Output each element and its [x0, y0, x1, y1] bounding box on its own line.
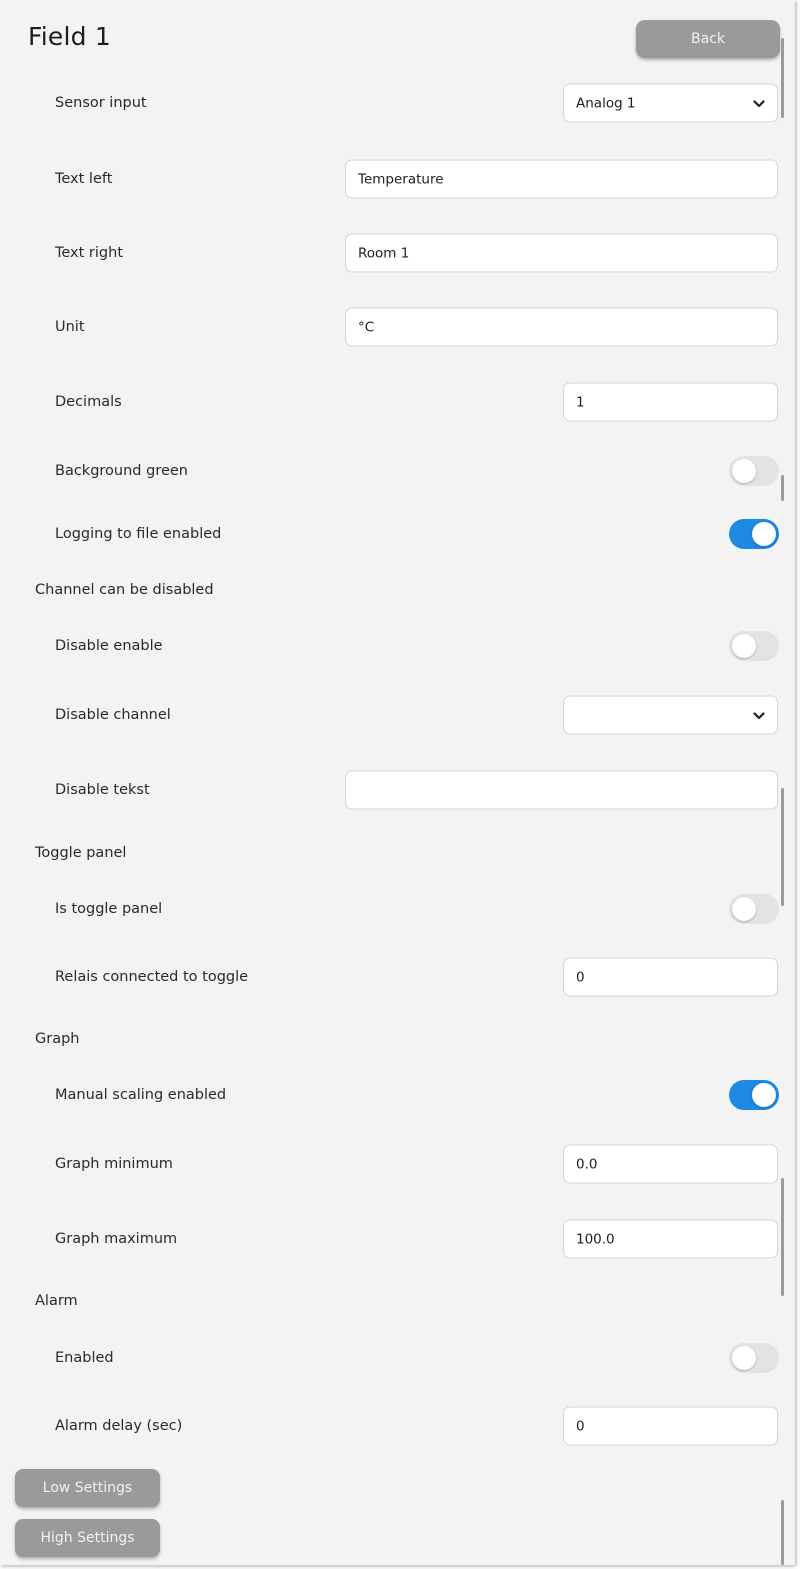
alarm-delay-input[interactable]: 0: [563, 1406, 778, 1446]
toggle-knob: [752, 1083, 776, 1107]
disable-enable-toggle[interactable]: [729, 631, 779, 661]
disable-channel-select[interactable]: [563, 695, 778, 735]
low-settings-button[interactable]: Low Settings: [15, 1469, 160, 1507]
text-left-label: Text left: [55, 171, 113, 187]
relais-input[interactable]: 0: [563, 957, 778, 997]
logging-enabled-toggle[interactable]: [729, 519, 779, 549]
relais-value: 0: [576, 969, 585, 985]
graph-section-title: Graph: [35, 1031, 80, 1047]
text-right-value: Room 1: [358, 245, 410, 261]
chevron-down-icon: [753, 99, 765, 107]
logging-enabled-label: Logging to file enabled: [55, 526, 222, 542]
alarm-enabled-toggle[interactable]: [729, 1343, 779, 1373]
background-green-label: Background green: [55, 463, 188, 479]
decimals-input[interactable]: 1: [563, 382, 778, 422]
disable-enable-label: Disable enable: [55, 638, 163, 654]
chevron-down-icon: [753, 711, 765, 719]
disable-channel-label: Disable channel: [55, 707, 171, 723]
graph-minimum-input[interactable]: 0.0: [563, 1144, 778, 1184]
scrollbar-thumb[interactable]: [781, 38, 784, 118]
toggle-knob: [732, 459, 756, 483]
scrollbar-thumb[interactable]: [781, 475, 784, 501]
graph-minimum-label: Graph minimum: [55, 1156, 173, 1172]
unit-input[interactable]: °C: [345, 307, 778, 347]
text-left-value: Temperature: [358, 171, 444, 187]
unit-value: °C: [358, 319, 375, 335]
graph-minimum-value: 0.0: [576, 1156, 598, 1172]
manual-scaling-toggle[interactable]: [729, 1080, 779, 1110]
decimals-label: Decimals: [55, 394, 122, 410]
scrollbar-thumb[interactable]: [781, 788, 784, 906]
sensor-input-label: Sensor input: [55, 95, 147, 111]
background-green-toggle[interactable]: [729, 456, 779, 486]
text-left-input[interactable]: Temperature: [345, 159, 778, 199]
disable-section-title: Channel can be disabled: [35, 582, 214, 598]
field-settings-panel: Field 1 Back Sensor input Analog 1 Text …: [0, 0, 795, 1565]
back-button[interactable]: Back: [636, 20, 780, 58]
graph-maximum-input[interactable]: 100.0: [563, 1219, 778, 1259]
alarm-delay-value: 0: [576, 1418, 585, 1434]
scrollbar-thumb[interactable]: [781, 1178, 784, 1296]
disable-tekst-label: Disable tekst: [55, 782, 150, 798]
toggle-knob: [732, 897, 756, 921]
page-title: Field 1: [28, 22, 111, 51]
graph-maximum-label: Graph maximum: [55, 1231, 178, 1247]
scrollbar-thumb[interactable]: [781, 1500, 784, 1565]
graph-maximum-value: 100.0: [576, 1231, 615, 1247]
alarm-enabled-label: Enabled: [55, 1350, 114, 1366]
unit-label: Unit: [55, 319, 85, 335]
disable-tekst-input[interactable]: [345, 770, 778, 810]
sensor-input-select[interactable]: Analog 1: [563, 83, 778, 123]
toggle-knob: [732, 634, 756, 658]
toggle-knob: [752, 522, 776, 546]
toggle-section-title: Toggle panel: [35, 845, 127, 861]
manual-scaling-label: Manual scaling enabled: [55, 1087, 227, 1103]
is-toggle-panel-label: Is toggle panel: [55, 901, 163, 917]
is-toggle-panel-toggle[interactable]: [729, 894, 779, 924]
alarm-section-title: Alarm: [35, 1293, 78, 1309]
high-settings-button[interactable]: High Settings: [15, 1519, 160, 1557]
sensor-input-value: Analog 1: [576, 95, 636, 111]
toggle-knob: [732, 1346, 756, 1370]
relais-label: Relais connected to toggle: [55, 969, 249, 985]
text-right-label: Text right: [55, 245, 124, 261]
alarm-delay-label: Alarm delay (sec): [55, 1418, 183, 1434]
decimals-value: 1: [576, 394, 585, 410]
text-right-input[interactable]: Room 1: [345, 233, 778, 273]
